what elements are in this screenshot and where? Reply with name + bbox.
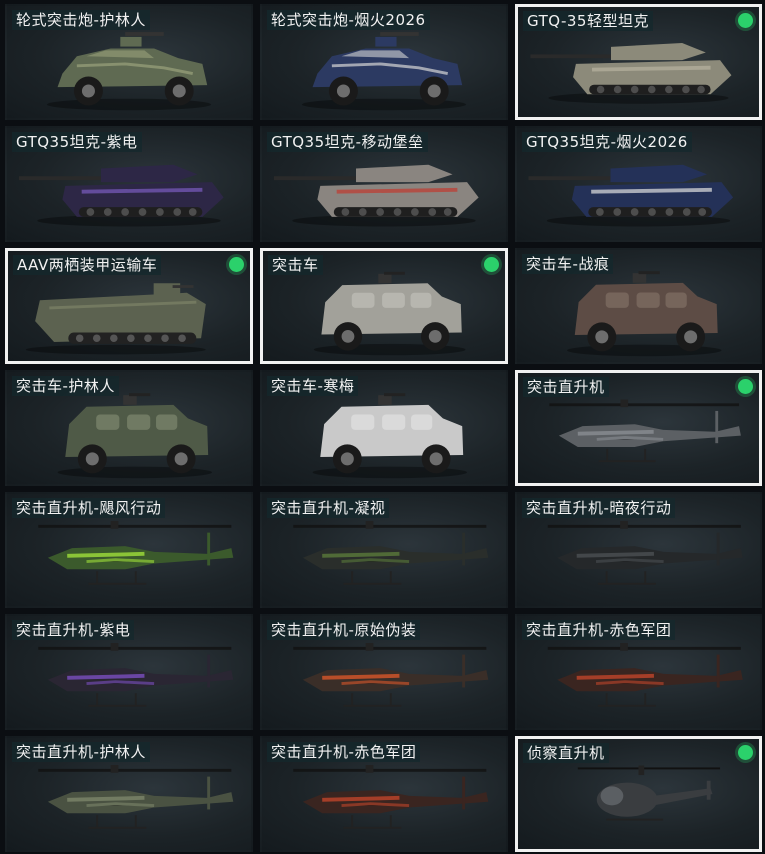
vehicle-card[interactable]: GTQ35坦克-紫电: [5, 126, 253, 242]
vehicle-card[interactable]: 轮式突击炮-烟火2026: [260, 4, 508, 120]
vehicle-card[interactable]: 突击车-寒梅: [260, 370, 508, 486]
vehicle-card[interactable]: GTQ35坦克-移动堡垒: [260, 126, 508, 242]
vehicle-skin-grid: 轮式突击炮-护林人 轮式突击炮-烟火2026 GTQ-35轻型坦克 GTQ35坦…: [0, 0, 765, 854]
vehicle-name: 突击直升机-飓风行动: [12, 498, 166, 518]
vehicle-card[interactable]: 突击车: [260, 248, 508, 364]
equipped-status-icon: [738, 745, 753, 760]
vehicle-card[interactable]: GTQ-35轻型坦克: [515, 4, 762, 120]
vehicle-name: 突击车-战痕: [522, 254, 614, 274]
vehicle-card[interactable]: 突击车-战痕: [515, 248, 762, 364]
vehicle-card[interactable]: 突击车-护林人: [5, 370, 253, 486]
equipped-status-icon: [738, 379, 753, 394]
vehicle-name: 轮式突击炮-烟火2026: [267, 10, 430, 30]
vehicle-name: 轮式突击炮-护林人: [12, 10, 150, 30]
vehicle-name: GTQ35坦克-紫电: [12, 132, 142, 152]
vehicle-name: 突击直升机-赤色军团: [267, 742, 421, 762]
vehicle-card[interactable]: 突击直升机-飓风行动: [5, 492, 253, 608]
vehicle-name: 突击直升机-暗夜行动: [522, 498, 676, 518]
vehicle-card[interactable]: 突击直升机-紫电: [5, 614, 253, 730]
vehicle-name: 侦察直升机: [523, 743, 609, 763]
vehicle-name: 突击直升机-原始伪装: [267, 620, 421, 640]
vehicle-name: 突击直升机-赤色军团: [522, 620, 676, 640]
vehicle-name: GTQ35坦克-烟火2026: [522, 132, 692, 152]
vehicle-name: 突击车-寒梅: [267, 376, 359, 396]
vehicle-card[interactable]: 突击直升机-暗夜行动: [515, 492, 762, 608]
vehicle-card[interactable]: 突击直升机-原始伪装: [260, 614, 508, 730]
vehicle-name: 突击直升机-凝视: [267, 498, 390, 518]
vehicle-card[interactable]: 侦察直升机: [515, 736, 762, 852]
vehicle-card[interactable]: 突击直升机: [515, 370, 762, 486]
equipped-status-icon: [229, 257, 244, 272]
vehicle-name: GTQ-35轻型坦克: [523, 11, 653, 31]
vehicle-card[interactable]: 突击直升机-凝视: [260, 492, 508, 608]
vehicle-name: 突击直升机: [523, 377, 609, 397]
equipped-status-icon: [484, 257, 499, 272]
vehicle-name: GTQ35坦克-移动堡垒: [267, 132, 428, 152]
vehicle-name: 突击直升机-紫电: [12, 620, 135, 640]
vehicle-card[interactable]: 突击直升机-赤色军团: [260, 736, 508, 852]
vehicle-card[interactable]: 轮式突击炮-护林人: [5, 4, 253, 120]
vehicle-card[interactable]: 突击直升机-赤色军团: [515, 614, 762, 730]
equipped-status-icon: [738, 13, 753, 28]
vehicle-card[interactable]: 突击直升机-护林人: [5, 736, 253, 852]
vehicle-name: 突击车-护林人: [12, 376, 119, 396]
vehicle-card[interactable]: GTQ35坦克-烟火2026: [515, 126, 762, 242]
vehicle-name: 突击车: [268, 255, 323, 275]
vehicle-card[interactable]: AAV两栖装甲运输车: [5, 248, 253, 364]
vehicle-name: 突击直升机-护林人: [12, 742, 150, 762]
vehicle-name: AAV两栖装甲运输车: [13, 255, 162, 275]
